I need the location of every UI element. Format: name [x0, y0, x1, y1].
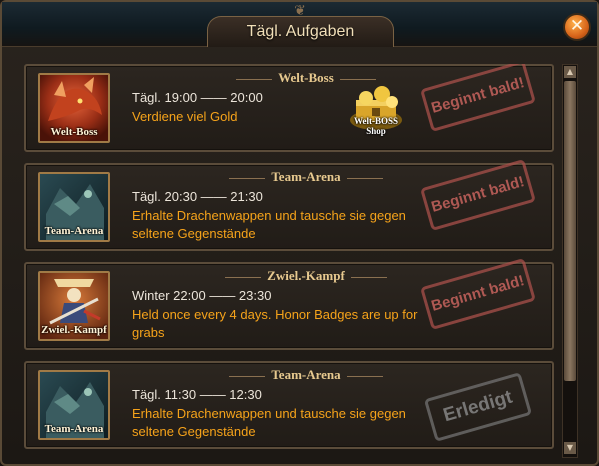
close-icon: ✕	[569, 16, 585, 36]
task-title-text: Welt-Boss	[278, 70, 334, 85]
divider-left	[229, 375, 266, 377]
task-title: Team-Arena	[176, 367, 436, 385]
status-stamp: Beginnt bald!	[420, 158, 536, 232]
task-time: Winter 22:00 —— 23:30	[132, 288, 272, 303]
task-time: Tägl. 19:00 —— 20:00	[132, 90, 263, 105]
task-row-team-arena-2[interactable]: Team-Arena Team-Arena Tägl. 11:30 —— 12:…	[24, 361, 554, 449]
scrollbar[interactable]: ▲ ▼	[562, 64, 578, 458]
status-stamp: Beginnt bald!	[420, 257, 536, 331]
task-list: Welt-Boss Welt-Boss Tägl. 19:00 —— 20:00…	[24, 64, 556, 458]
divider-left	[229, 177, 266, 179]
scroll-up-button[interactable]: ▲	[564, 66, 576, 78]
task-description: Erhalte Drachenwappen und tausche sie ge…	[132, 406, 406, 439]
task-row-welt-boss[interactable]: Welt-Boss Welt-Boss Tägl. 19:00 —— 20:00…	[24, 64, 554, 152]
task-time: Tägl. 11:30 —— 12:30	[132, 387, 262, 402]
task-row-team-arena[interactable]: Team-Arena Team-Arena Tägl. 20:30 —— 21:…	[24, 158, 554, 251]
task-title-text: Team-Arena	[271, 169, 341, 184]
task-title: Team-Arena	[176, 169, 436, 187]
scroll-thumb[interactable]	[564, 81, 576, 381]
task-icon-label: Zwiel.-Kampf	[41, 324, 107, 336]
task-icon-welt-boss[interactable]: Welt-Boss	[38, 73, 110, 143]
window-title: Tägl. Aufgaben	[246, 23, 355, 40]
status-stamp: Beginnt bald!	[420, 64, 536, 133]
task-icon-label: Team-Arena	[44, 225, 104, 237]
task-title-text: Team-Arena	[271, 367, 341, 382]
task-icon-label: Welt-Boss	[50, 126, 98, 138]
divider-left	[225, 276, 262, 278]
task-icon-team-arena[interactable]: Team-Arena	[38, 172, 110, 242]
divider-right	[350, 276, 387, 278]
task-icon-team-arena-2[interactable]: Team-Arena	[38, 370, 110, 440]
task-icon-label: Team-Arena	[44, 423, 104, 435]
daily-tasks-window: ❦ Tägl. Aufgaben ✕ Welt-Boss Welt-Boss T…	[0, 0, 599, 466]
task-icon-zwiel-kampf[interactable]: Zwiel.-Kampf	[38, 271, 110, 341]
close-button[interactable]: ✕	[563, 13, 591, 41]
task-title-text: Zwiel.-Kampf	[267, 268, 345, 283]
task-time: Tägl. 20:30 —— 21:30	[132, 189, 263, 204]
task-row-zwiel-kampf[interactable]: Zwiel.-Kampf Zwiel.-Kampf Winter 22:00 —…	[24, 257, 554, 350]
shop-label: Welt-BOSS Shop	[353, 116, 398, 136]
task-description: Held once every 4 days. Honor Badges are…	[132, 307, 418, 340]
divider-left	[236, 78, 273, 80]
task-title: Zwiel.-Kampf	[176, 268, 436, 286]
title-bar: ❦ Tägl. Aufgaben	[2, 2, 597, 47]
scroll-down-button[interactable]: ▼	[564, 442, 576, 454]
task-description: Erhalte Drachenwappen und tausche sie ge…	[132, 208, 406, 241]
divider-right	[346, 375, 383, 377]
status-stamp-done: Erledigt	[423, 372, 533, 442]
arrow-up-icon: ▲	[566, 67, 574, 76]
divider-right	[346, 177, 383, 179]
title-plate: Tägl. Aufgaben	[207, 16, 394, 47]
arrow-down-icon: ▼	[566, 443, 574, 452]
